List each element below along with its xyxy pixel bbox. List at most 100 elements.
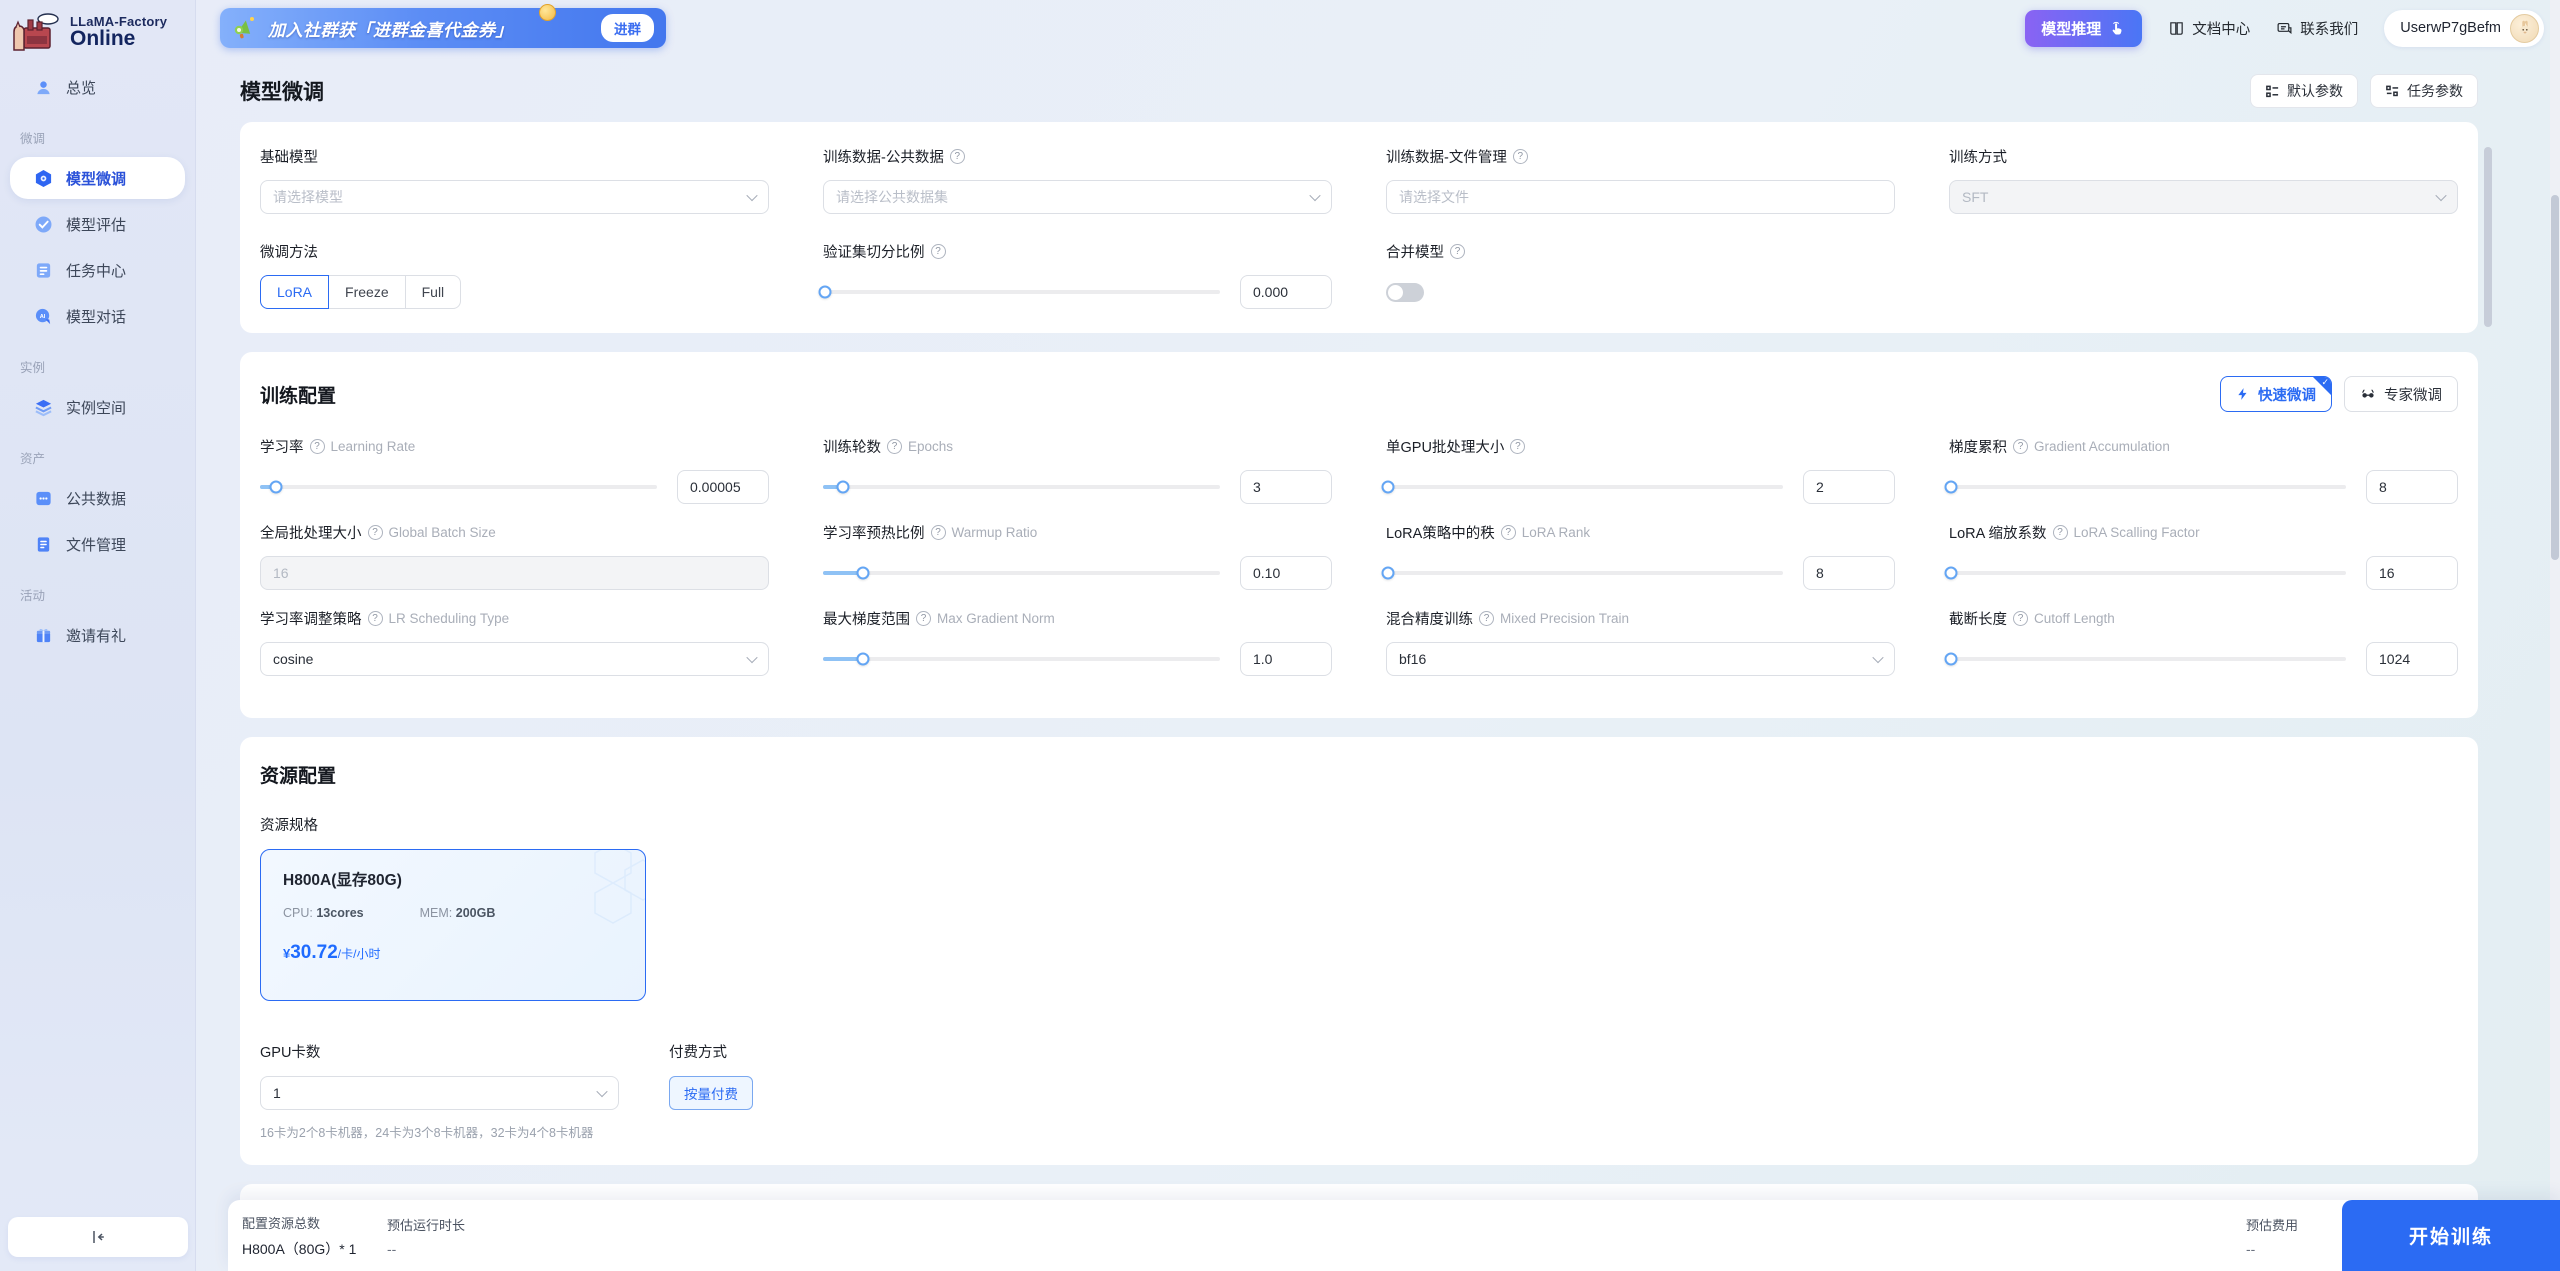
slider-knob[interactable] [1944, 652, 1958, 666]
base-model-select[interactable]: 请选择模型 [260, 180, 769, 214]
merge-model-toggle[interactable] [1386, 282, 1424, 302]
sidebar-item-task-center[interactable]: 任务中心 [10, 249, 185, 291]
app-logo[interactable]: LLaMA-Factory Online [0, 0, 195, 62]
lr-sched-param: 学习率调整策略? LR Scheduling Type cosine [260, 608, 769, 676]
docs-center-link[interactable]: 文档中心 [2168, 18, 2250, 39]
grad-accum-slider[interactable] [1944, 480, 2346, 494]
val-split-slider[interactable] [818, 285, 1220, 299]
banner-text: 加入社群获「进群金喜代金券」 [268, 20, 513, 40]
help-icon[interactable]: ? [367, 611, 383, 626]
model-eval-icon [32, 213, 54, 235]
user-menu[interactable]: UserwP7gBefm [2384, 9, 2544, 47]
sidebar-item-public-data[interactable]: 公共数据 [10, 477, 185, 519]
default-params-button[interactable]: 默认参数 [2250, 74, 2358, 108]
sidebar-item-model-finetune[interactable]: 模型微调 [10, 157, 185, 199]
expert-finetune-label: 专家微调 [2384, 387, 2442, 404]
help-icon[interactable]: ? [1450, 244, 1465, 259]
warmup-slider[interactable] [823, 566, 1220, 580]
start-training-button[interactable]: 开始训练 [2342, 1200, 2560, 1271]
slider-knob[interactable] [1944, 566, 1958, 580]
window-scrollbar-thumb[interactable] [2551, 195, 2559, 560]
lr-sched-select[interactable]: cosine [260, 642, 769, 676]
method-option-lora[interactable]: LoRA [260, 275, 330, 309]
epochs-slider[interactable] [823, 480, 1220, 494]
help-icon[interactable]: ? [2013, 439, 2028, 454]
help-icon[interactable]: ? [367, 525, 383, 540]
train-data-file-select[interactable]: 请选择文件 [1386, 180, 1895, 214]
sidebar-collapse-button[interactable] [8, 1217, 188, 1257]
help-icon[interactable]: ? [887, 439, 902, 454]
task-params-label: 任务参数 [2407, 83, 2463, 99]
train-data-public-label: 训练数据-公共数据 [823, 150, 944, 166]
val-split-input[interactable] [1240, 275, 1332, 309]
sidebar-item-model-eval[interactable]: 模型评估 [10, 203, 185, 245]
cutoff-slider[interactable] [1944, 652, 2346, 666]
help-icon[interactable]: ? [2013, 611, 2028, 626]
warmup-input[interactable] [1240, 556, 1332, 590]
sidebar-item-model-chat[interactable]: AI 模型对话 [10, 295, 185, 337]
slider-knob[interactable] [269, 480, 283, 494]
lora-rank-param: LoRA策略中的秩? LoRA Rank [1381, 522, 1895, 590]
help-icon[interactable]: ? [1510, 439, 1526, 454]
slider-knob[interactable] [818, 285, 832, 299]
sidebar-item-instance-space[interactable]: 实例空间 [10, 386, 185, 428]
lora-rank-slider[interactable] [1381, 566, 1783, 580]
contact-us-link[interactable]: 联系我们 [2276, 18, 2358, 39]
join-group-button[interactable]: 进群 [601, 14, 654, 42]
max-grad-slider[interactable] [823, 652, 1220, 666]
expert-finetune-button[interactable]: 专家微调 [2344, 376, 2458, 412]
gpu-count-select[interactable]: 1 [260, 1076, 619, 1110]
window-scrollbar[interactable] [2550, 0, 2560, 1271]
lora-rank-input[interactable] [1803, 556, 1895, 590]
slider-knob[interactable] [1381, 566, 1395, 580]
help-icon[interactable]: ? [1500, 525, 1516, 540]
help-icon[interactable]: ? [916, 611, 931, 626]
train-data-public-select[interactable]: 请选择公共数据集 [823, 180, 1332, 214]
sidebar-item-overview[interactable]: 总览 [10, 66, 185, 108]
sidebar-item-file-manage[interactable]: 文件管理 [10, 523, 185, 565]
epochs-input[interactable] [1240, 470, 1332, 504]
cutoff-input[interactable] [2366, 642, 2458, 676]
model-inference-button[interactable]: 模型推理 [2025, 9, 2143, 47]
slider-knob[interactable] [1381, 480, 1395, 494]
help-icon[interactable]: ? [930, 525, 946, 540]
resource-config-title: 资源配置 [260, 766, 337, 787]
help-icon[interactable]: ? [2052, 525, 2068, 540]
learning-rate-slider[interactable] [260, 480, 657, 494]
gpu-spec-card[interactable]: H800A(显存80G) CPU: 13cores MEM: 200GB ¥30… [260, 849, 646, 1001]
max-grad-input[interactable] [1240, 642, 1332, 676]
gpu-batch-input[interactable] [1803, 470, 1895, 504]
pay-as-you-go-button[interactable]: 按量付费 [669, 1076, 753, 1110]
method-option-freeze[interactable]: Freeze [328, 275, 406, 309]
grad-accum-input[interactable] [2366, 470, 2458, 504]
help-icon[interactable]: ? [949, 149, 965, 164]
lora-scale-input[interactable] [2366, 556, 2458, 590]
precision-select[interactable]: bf16 [1386, 642, 1895, 676]
sidebar-item-label: 模型对话 [66, 308, 127, 326]
lora-scale-label: LoRA 缩放系数 [1949, 526, 2047, 542]
lora-scale-slider[interactable] [1944, 566, 2346, 580]
help-icon[interactable]: ? [930, 244, 946, 259]
duration-label: 预估运行时长 [387, 1217, 466, 1233]
quick-finetune-button[interactable]: 快速微调 ✓ [2220, 376, 2332, 412]
community-banner[interactable]: 加入社群获「进群金喜代金券」 进群 [220, 4, 666, 48]
sidebar-item-label: 模型评估 [66, 216, 127, 234]
help-icon[interactable]: ? [1479, 611, 1494, 626]
content-scrollbar-thumb[interactable] [2484, 147, 2492, 327]
chevron-down-icon [2435, 189, 2447, 202]
slider-knob[interactable] [856, 652, 870, 666]
help-icon[interactable]: ? [309, 439, 325, 454]
base-model-field: 基础模型 请选择模型 [260, 146, 769, 214]
gpu-batch-slider[interactable] [1381, 480, 1783, 494]
slider-knob[interactable] [836, 480, 850, 494]
sidebar-item-invite[interactable]: 邀请有礼 [10, 614, 185, 656]
learning-rate-input[interactable] [677, 470, 769, 504]
task-params-button[interactable]: 任务参数 [2370, 74, 2478, 108]
help-icon[interactable]: ? [1512, 149, 1528, 164]
slider-knob[interactable] [856, 566, 870, 580]
training-config-title: 训练配置 [260, 385, 337, 407]
method-option-full[interactable]: Full [404, 275, 462, 309]
slider-knob[interactable] [1944, 480, 1958, 494]
train-mode-select: SFT [1949, 180, 2458, 214]
total-resource-value: H800A（80G）* 1 [242, 1240, 357, 1257]
